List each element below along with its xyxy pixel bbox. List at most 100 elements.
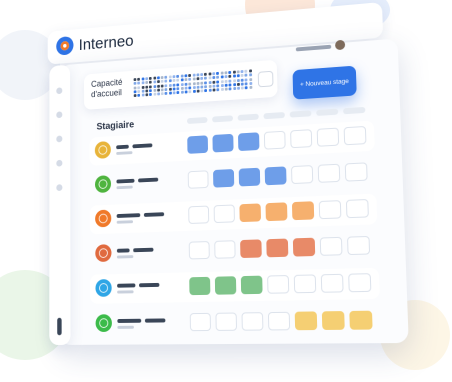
capacity-cell bbox=[244, 82, 248, 86]
new-stage-button[interactable]: + Nouveau stage bbox=[292, 65, 357, 100]
intern-avatar[interactable] bbox=[95, 279, 112, 297]
sidebar-item-icon[interactable] bbox=[56, 111, 63, 119]
capacity-cell bbox=[240, 78, 244, 82]
capacity-cell bbox=[164, 79, 168, 83]
intern-name-placeholder bbox=[138, 177, 159, 183]
capacity-cell bbox=[204, 76, 208, 80]
capacity-cell bbox=[149, 85, 152, 89]
schedule-cell-empty[interactable] bbox=[316, 127, 340, 147]
column-header bbox=[289, 110, 312, 118]
capacity-cell bbox=[184, 90, 188, 94]
capacity-cell bbox=[228, 75, 232, 79]
schedule-cell-empty[interactable] bbox=[343, 125, 367, 146]
capacity-cell bbox=[192, 77, 196, 81]
schedule-cell-yellow[interactable] bbox=[294, 311, 318, 331]
capacity-cell bbox=[196, 77, 200, 81]
intern-detail-placeholder bbox=[116, 185, 133, 190]
schedule-cell-orange[interactable] bbox=[265, 202, 288, 222]
schedule-cell-empty[interactable] bbox=[344, 162, 368, 182]
sidebar-item-icon[interactable] bbox=[56, 135, 63, 143]
capacity-cell bbox=[224, 79, 228, 83]
sidebar-item-icon[interactable] bbox=[56, 87, 63, 95]
schedule-cell-green[interactable] bbox=[240, 275, 263, 295]
schedule-cell-yellow[interactable] bbox=[321, 311, 345, 330]
intern-avatar[interactable] bbox=[94, 175, 112, 194]
schedule-cell-empty[interactable] bbox=[347, 235, 371, 256]
schedule-cell-empty[interactable] bbox=[290, 129, 313, 149]
table-row[interactable] bbox=[89, 193, 378, 235]
capacity-cell bbox=[145, 77, 148, 81]
schedule-cell-orange[interactable] bbox=[239, 203, 262, 223]
schedule-cell-empty[interactable] bbox=[267, 275, 290, 294]
capacity-cell bbox=[157, 92, 160, 96]
sidebar-item-icon[interactable] bbox=[56, 159, 63, 167]
schedule-cell-empty[interactable] bbox=[214, 240, 236, 259]
capacity-cell bbox=[133, 82, 137, 86]
capacity-cell bbox=[200, 89, 204, 93]
schedule-cell-empty[interactable] bbox=[189, 312, 211, 332]
capacity-cell bbox=[220, 88, 224, 92]
schedule-cell-green[interactable] bbox=[214, 276, 237, 295]
capacity-cell bbox=[240, 86, 244, 90]
schedule-cell-blue[interactable] bbox=[238, 167, 261, 187]
capacity-cell bbox=[172, 79, 176, 83]
capacity-cell bbox=[248, 69, 252, 73]
schedule-cell-empty[interactable] bbox=[318, 200, 342, 220]
schedule-cell-green[interactable] bbox=[189, 276, 211, 296]
capacity-cell bbox=[188, 73, 192, 78]
schedule-cell-yellow[interactable] bbox=[349, 310, 373, 330]
capacity-cell bbox=[236, 74, 240, 78]
schedule-cell-empty[interactable] bbox=[267, 311, 291, 331]
capacity-cell bbox=[172, 91, 176, 95]
schedule-cell-blue[interactable] bbox=[212, 133, 234, 153]
table-row[interactable] bbox=[90, 305, 381, 339]
schedule-cell-empty[interactable] bbox=[345, 198, 369, 219]
schedule-cell-empty[interactable] bbox=[187, 170, 209, 189]
schedule-cell-empty[interactable] bbox=[319, 236, 343, 256]
schedule-cell-empty[interactable] bbox=[263, 130, 286, 150]
sidebar-scroll-handle[interactable] bbox=[57, 317, 62, 336]
capacity-cell bbox=[232, 87, 236, 91]
schedule-cell-red[interactable] bbox=[292, 237, 316, 257]
avatar-ring-icon bbox=[98, 213, 108, 224]
capacity-cell bbox=[156, 84, 160, 88]
capacity-cell bbox=[145, 81, 148, 85]
table-row[interactable] bbox=[90, 267, 380, 304]
schedule-cell-red[interactable] bbox=[266, 238, 289, 258]
schedule-cell-empty[interactable] bbox=[188, 205, 210, 225]
capacity-cell bbox=[176, 78, 180, 82]
capacity-cell bbox=[232, 83, 236, 87]
schedule-cell-empty[interactable] bbox=[188, 241, 210, 260]
intern-avatar[interactable] bbox=[95, 209, 112, 228]
schedule-cell-empty[interactable] bbox=[348, 273, 372, 293]
schedule-cell-empty[interactable] bbox=[215, 312, 238, 331]
schedule-cell-blue[interactable] bbox=[187, 135, 209, 154]
schedule-cell-orange[interactable] bbox=[291, 201, 315, 221]
capacity-cell bbox=[149, 80, 152, 84]
column-header bbox=[343, 106, 366, 115]
schedule-cell-red[interactable] bbox=[240, 239, 262, 259]
intern-name-placeholder bbox=[116, 178, 135, 184]
schedule-cell-blue[interactable] bbox=[237, 132, 260, 152]
schedule-cell-empty[interactable] bbox=[320, 273, 344, 293]
capacity-cell bbox=[224, 83, 228, 87]
schedule-cell-empty[interactable] bbox=[241, 312, 264, 331]
schedule-cell-empty[interactable] bbox=[317, 163, 341, 183]
capacity-cell bbox=[236, 82, 240, 86]
capacity-cell bbox=[224, 75, 228, 79]
capacity-cell bbox=[216, 84, 220, 88]
intern-avatar[interactable] bbox=[94, 141, 111, 159]
schedule-cell-empty[interactable] bbox=[291, 165, 314, 185]
intern-name-placeholder bbox=[133, 247, 154, 253]
intern-avatar[interactable] bbox=[95, 314, 112, 333]
sidebar-item-icon[interactable] bbox=[56, 184, 63, 192]
table-row[interactable] bbox=[90, 230, 379, 268]
schedule-cell-empty[interactable] bbox=[293, 274, 317, 294]
list-icon[interactable] bbox=[257, 70, 274, 88]
schedule-cell-blue[interactable] bbox=[264, 166, 287, 186]
schedule-cell-blue[interactable] bbox=[213, 168, 235, 188]
intern-avatar[interactable] bbox=[95, 244, 112, 263]
column-header bbox=[263, 112, 285, 120]
schedule-cell-empty[interactable] bbox=[213, 204, 235, 224]
intern-name-placeholder bbox=[116, 248, 130, 253]
